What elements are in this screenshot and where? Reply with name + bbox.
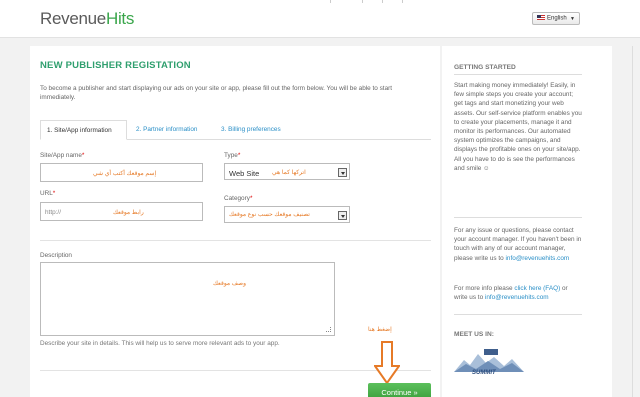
type-label: Type*	[224, 152, 240, 159]
topbar-divider	[402, 0, 403, 3]
site-name-input[interactable]: إسم موقعك أكتب أي شي	[40, 163, 203, 182]
required-mark: *	[249, 195, 253, 202]
description-annotation: وصف موقعك	[213, 281, 247, 287]
registration-tabs: 1. Site/App information 2. Partner infor…	[40, 120, 431, 140]
type-label-text: Type	[224, 152, 238, 159]
faq-email-link[interactable]: info@revenuehits.com	[485, 294, 549, 301]
required-mark: *	[81, 152, 85, 159]
sidebar-divider	[454, 314, 582, 315]
page-title: NEW PUBLISHER REGISTATION	[40, 60, 191, 71]
dropdown-arrow-icon[interactable]	[338, 168, 347, 177]
form-divider	[40, 370, 431, 371]
dropdown-arrow-icon[interactable]	[338, 211, 347, 220]
form-divider	[40, 240, 431, 241]
revenuehits-logo[interactable]: RevenueHits	[40, 9, 134, 29]
description-textarea[interactable]: وصف موقعك	[40, 262, 335, 336]
contact-email-link[interactable]: info@revenuehits.com	[506, 255, 570, 262]
faq-link[interactable]: click here (FAQ)	[514, 285, 560, 292]
tab-billing-preferences[interactable]: 3. Billing preferences	[221, 120, 281, 140]
meet-us-title: MEET US IN:	[454, 331, 494, 338]
summit-logo-text: SUMMIT	[472, 370, 497, 376]
category-select[interactable]: تصنيف موقعك حسب نوع موقعك	[224, 206, 350, 223]
faq-prefix: For more info please	[454, 285, 513, 292]
tab-partner-information[interactable]: 2. Partner information	[136, 120, 197, 140]
url-input[interactable]: http:// رابط موقعك	[40, 202, 203, 221]
topbar-divider	[382, 0, 383, 3]
getting-started-title: GETTING STARTED	[454, 64, 516, 71]
url-placeholder: http://	[45, 209, 61, 216]
continue-button[interactable]: Continue »	[368, 383, 431, 397]
site-name-annotation: إسم موقعك أكتب أي شي	[93, 171, 157, 177]
required-mark: *	[52, 190, 56, 197]
topbar-divider	[330, 0, 331, 3]
site-name-label-text: Site/App name	[40, 152, 82, 159]
url-label-text: URL	[40, 190, 53, 197]
url-label: URL*	[40, 190, 55, 197]
required-mark: *	[237, 152, 241, 159]
site-name-label: Site/App name*	[40, 152, 84, 159]
us-flag-icon	[537, 15, 545, 20]
tab-site-app-information[interactable]: 1. Site/App information	[40, 120, 127, 140]
type-annotation: اتركها كما هي	[272, 170, 306, 176]
category-label-text: Category	[224, 195, 250, 202]
category-annotation: تصنيف موقعك حسب نوع موقعك	[229, 212, 310, 218]
sidebar-divider	[454, 74, 582, 75]
logo-text-rev: Rev	[40, 9, 70, 28]
description-hint: Describe your site in details. This will…	[40, 340, 280, 347]
getting-started-text: Start making money immediately! Easily, …	[454, 82, 582, 172]
logo-text-hits: Hits	[105, 9, 135, 28]
top-header: RevenueHits English ▼	[0, 0, 640, 38]
language-label: English	[547, 15, 567, 22]
resize-grip-icon[interactable]	[326, 327, 331, 332]
topbar-divider	[362, 0, 363, 3]
type-select[interactable]: Web Site اتركها كما هي	[224, 163, 350, 180]
logo-text-enue: enue	[69, 9, 106, 28]
summit-event-logo[interactable]: SUMMIT	[454, 348, 524, 376]
url-annotation: رابط موقعك	[113, 210, 144, 216]
description-label: Description	[40, 252, 72, 259]
page-edge-divider	[632, 46, 633, 397]
sidebar-divider	[454, 217, 582, 218]
faq-text: For more info please click here (FAQ) or…	[454, 284, 582, 302]
language-selector[interactable]: English ▼	[532, 12, 580, 25]
intro-text: To become a publisher and start displayi…	[40, 85, 393, 101]
category-label: Category*	[224, 195, 252, 202]
down-arrow-icon	[374, 341, 400, 384]
contact-text: For any issue or questions, please conta…	[454, 226, 582, 263]
type-select-value: Web Site	[229, 169, 260, 178]
caret-down-icon: ▼	[570, 16, 575, 22]
continue-annotation: إضغط هنا	[368, 327, 392, 333]
